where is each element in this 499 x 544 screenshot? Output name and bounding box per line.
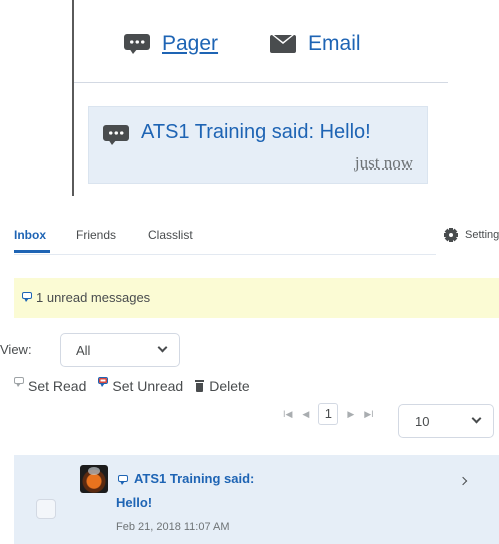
settings-button[interactable]: Setting [444, 228, 499, 242]
divider [74, 82, 448, 83]
notification-time: just now [354, 153, 413, 172]
pager-link[interactable]: Pager [124, 32, 218, 56]
tab-classlist[interactable]: Classlist [148, 228, 193, 242]
next-page-button[interactable]: ▶ [347, 409, 354, 420]
envelope-icon [270, 35, 297, 53]
active-tab-indicator [14, 250, 50, 253]
set-read-button[interactable]: Set Read [14, 377, 87, 394]
per-page-value: 10 [415, 414, 430, 429]
delete-label: Delete [209, 378, 250, 394]
message-subject[interactable]: Hello! [116, 495, 152, 510]
message-sender[interactable]: ATS1 Training said: [134, 471, 254, 486]
pager-tabs: Inbox Friends Classlist [0, 222, 499, 253]
message-date: Feb 21, 2018 11:07 AM [116, 521, 230, 533]
notification-text[interactable]: ATS1 Training said: Hello! [141, 121, 371, 144]
message-row[interactable]: ATS1 Training said: Hello! Feb 21, 2018 … [14, 455, 499, 544]
first-page-button[interactable]: I◀ [283, 409, 292, 420]
set-read-label: Set Read [28, 378, 87, 394]
pager-link-label: Pager [162, 32, 219, 55]
set-unread-button[interactable]: Set Unread [98, 377, 184, 394]
chevron-right-icon[interactable] [458, 476, 468, 486]
chevron-down-icon [147, 334, 179, 366]
gear-icon [444, 228, 458, 242]
trash-icon [195, 380, 205, 392]
read-message-icon [14, 377, 24, 387]
view-label: View: [0, 342, 32, 357]
message-icon [22, 292, 32, 302]
view-filter-select[interactable]: All [60, 333, 180, 367]
set-unread-label: Set Unread [112, 378, 184, 394]
pager-notification[interactable]: ATS1 Training said: Hello! just now [88, 106, 428, 184]
chat-bubble-icon [103, 125, 129, 145]
last-page-button[interactable]: ▶I [364, 409, 373, 420]
contact-method-links: Pager Email [124, 30, 413, 58]
unread-count-text: 1 unread messages [36, 290, 151, 305]
message-icon [118, 475, 128, 485]
zoomed-pager-panel: Pager Email ATS1 Training said: Hello! j… [72, 0, 448, 196]
unread-messages-banner: 1 unread messages [14, 278, 499, 318]
email-link-label: Email [308, 32, 361, 55]
message-actions: Set Read Set Unread Delete [14, 376, 262, 396]
tabs-divider [14, 254, 436, 255]
settings-label: Setting [465, 229, 499, 241]
pagination: I◀ ◀ 1 ▶ ▶I [278, 402, 379, 426]
tab-friends[interactable]: Friends [76, 228, 116, 242]
page-number-input[interactable]: 1 [318, 403, 339, 425]
per-page-select[interactable]: 10 [398, 404, 494, 438]
avatar [80, 465, 108, 493]
view-filter-value: All [76, 343, 91, 358]
previous-page-button[interactable]: ◀ [302, 409, 309, 420]
message-select-checkbox[interactable] [36, 499, 56, 519]
unread-message-icon [98, 377, 109, 387]
chevron-down-icon [471, 413, 482, 424]
email-link[interactable]: Email [270, 32, 361, 56]
chat-bubble-icon [124, 34, 150, 54]
tab-inbox[interactable]: Inbox [14, 228, 46, 242]
delete-button[interactable]: Delete [195, 378, 250, 394]
